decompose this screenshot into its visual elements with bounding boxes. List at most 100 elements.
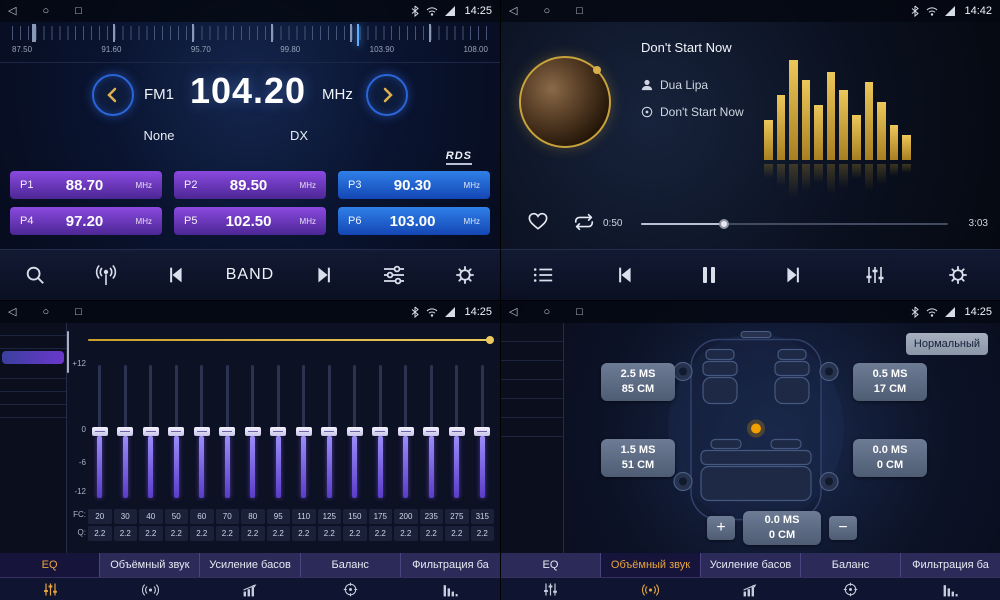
slider-handle[interactable] [372,427,388,436]
seek-up-button[interactable] [366,74,408,116]
eq-tab-icon[interactable] [501,578,601,600]
surround-tab-icon[interactable] [601,578,701,600]
balance-tab-icon[interactable] [800,578,900,600]
delay-decrease-button[interactable]: − [829,516,857,540]
playlist-button[interactable] [521,255,565,295]
recents-icon[interactable]: □ [576,301,583,323]
tab-balance[interactable]: Баланс [801,553,901,577]
tab-bass-boost[interactable]: Усиление басов [701,553,801,577]
slider-handle[interactable] [219,427,235,436]
back-icon[interactable]: ◁ [8,301,16,323]
audio-settings-button[interactable] [372,255,416,295]
rear-right-delay[interactable]: 0.0 MS 0 CM [853,439,927,477]
eq-band-slider[interactable] [267,351,291,506]
settings-button[interactable] [936,255,980,295]
eq-tab-icon[interactable] [0,578,100,600]
eq-preset-item[interactable] [0,323,66,336]
scrollbar[interactable] [67,331,69,373]
tab-eq[interactable]: EQ [0,553,100,577]
slider-handle[interactable] [398,427,414,436]
slider-handle[interactable] [92,427,108,436]
frequency-ruler[interactable]: 87.5091.6095.7099.80103.90108.00 [0,22,500,63]
radio-preset-button[interactable]: P6 103.00 MHz [338,207,490,235]
broadcast-button[interactable] [84,255,128,295]
eq-band-slider[interactable] [420,351,444,506]
front-right-delay[interactable]: 0.5 MS 17 CM [853,363,927,401]
tab-surround[interactable]: Объёмный звук [100,553,200,577]
back-icon[interactable]: ◁ [509,0,517,22]
radio-preset-button[interactable]: P1 88.70 MHz [10,171,162,199]
band-button[interactable]: BAND [226,255,274,295]
eq-band-slider[interactable] [114,351,138,506]
listening-mode-item[interactable] [501,342,563,361]
front-left-delay[interactable]: 2.5 MS 85 CM [601,363,675,401]
surround-preset-button[interactable]: Нормальный [906,333,988,355]
next-track-button[interactable] [770,255,814,295]
tab-bass-boost[interactable]: Усиление басов [200,553,300,577]
slider-handle[interactable] [347,427,363,436]
eq-band-slider[interactable] [343,351,367,506]
repeat-button[interactable] [573,213,595,236]
home-icon[interactable]: ○ [543,301,550,323]
eq-band-slider[interactable] [369,351,393,506]
slider-handle[interactable] [168,427,184,436]
slider-handle[interactable] [117,427,133,436]
listening-mode-item[interactable] [501,399,563,418]
recents-icon[interactable]: □ [75,0,82,22]
listening-mode-item[interactable] [501,323,563,342]
eq-band-slider[interactable] [241,351,265,506]
favorite-button[interactable] [527,211,549,236]
eq-preset-item[interactable] [0,405,66,418]
slider-handle[interactable] [270,427,286,436]
home-icon[interactable]: ○ [42,301,49,323]
radio-preset-button[interactable]: P3 90.30 MHz [338,171,490,199]
listening-mode-item[interactable] [501,361,563,380]
surround-tab-icon[interactable] [100,578,200,600]
settings-button[interactable] [443,255,487,295]
filter-tab-icon[interactable] [900,578,1000,600]
eq-preset-item[interactable] [0,379,66,392]
pause-button[interactable] [687,255,731,295]
slider-handle[interactable] [423,427,439,436]
home-icon[interactable]: ○ [42,0,49,22]
slider-handle[interactable] [245,427,261,436]
eq-band-slider[interactable] [165,351,189,506]
progress-knob[interactable] [719,219,729,229]
eq-preset-item[interactable] [2,351,64,364]
eq-band-slider[interactable] [394,351,418,506]
filter-tab-icon[interactable] [400,578,500,600]
slider-handle[interactable] [474,427,490,436]
listening-mode-item[interactable] [501,380,563,399]
scan-button[interactable] [13,255,57,295]
eq-preset-item[interactable] [0,366,66,379]
bass-boost-tab-icon[interactable] [200,578,300,600]
listening-mode-item[interactable] [501,418,563,437]
rear-left-delay[interactable]: 1.5 MS 51 CM [601,439,675,477]
previous-track-button[interactable] [604,255,648,295]
eq-preset-item[interactable] [0,336,66,349]
back-icon[interactable]: ◁ [8,0,16,22]
eq-band-slider[interactable] [216,351,240,506]
recents-icon[interactable]: □ [576,0,583,22]
eq-band-slider[interactable] [471,351,495,506]
slider-handle[interactable] [449,427,465,436]
eq-preset-item[interactable] [0,392,66,405]
previous-station-button[interactable] [155,255,199,295]
eq-band-slider[interactable] [190,351,214,506]
slider-handle[interactable] [194,427,210,436]
recents-icon[interactable]: □ [75,301,82,323]
dx-mode-label[interactable]: DX [290,128,308,143]
tab-eq[interactable]: EQ [501,553,601,577]
eq-band-slider[interactable] [318,351,342,506]
eq-band-slider[interactable] [139,351,163,506]
slider-handle[interactable] [143,427,159,436]
slider-handle[interactable] [296,427,312,436]
tab-filter[interactable]: Фильтрация ба [401,553,500,577]
progress-bar[interactable] [641,223,948,225]
tab-filter[interactable]: Фильтрация ба [901,553,1000,577]
next-station-button[interactable] [301,255,345,295]
bass-boost-tab-icon[interactable] [701,578,801,600]
eq-master-slider[interactable] [88,339,492,341]
radio-preset-button[interactable]: P5 102.50 MHz [174,207,326,235]
radio-preset-button[interactable]: P2 89.50 MHz [174,171,326,199]
